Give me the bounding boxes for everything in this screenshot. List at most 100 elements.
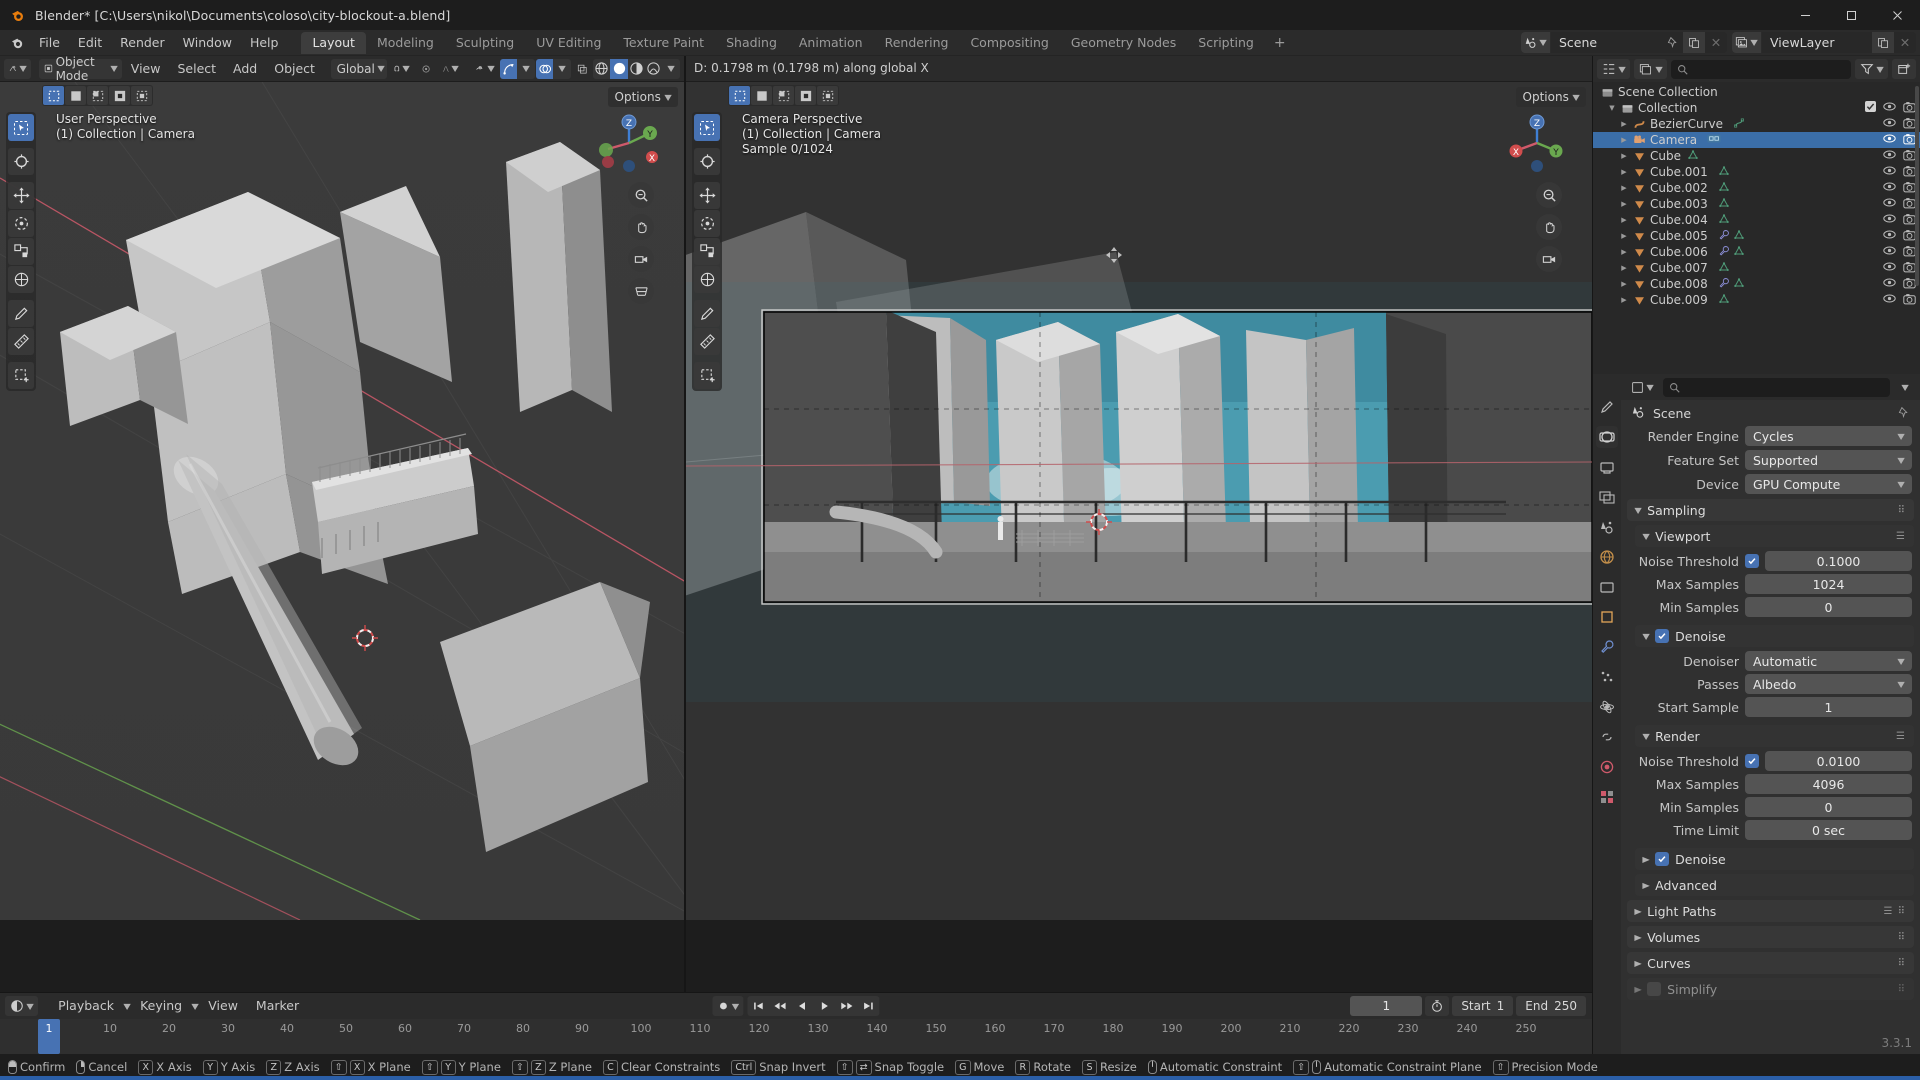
viewlayer-selector[interactable]: ▼ ViewLayer ✕ <box>1732 32 1916 53</box>
viewport-min-samples-value[interactable]: 0 <box>1745 597 1912 617</box>
hide-in-viewport-icon[interactable] <box>1883 165 1896 179</box>
properties-editor-type-button[interactable]: ▼ <box>1626 377 1658 397</box>
outliner-editor-type-button[interactable]: ▼ <box>1597 59 1631 79</box>
gizmo-icon[interactable] <box>499 58 518 79</box>
zoom-icon[interactable] <box>628 182 654 208</box>
select-subtract-icon[interactable] <box>87 86 108 105</box>
tool-measure[interactable] <box>8 328 34 355</box>
tool-cursor[interactable] <box>694 148 720 175</box>
start-sample-value[interactable]: 1 <box>1745 697 1912 717</box>
new-scene-button[interactable] <box>1683 32 1705 53</box>
tool-measure[interactable] <box>694 328 720 355</box>
hide-in-viewport-icon[interactable] <box>1883 261 1896 275</box>
tool-annotate[interactable] <box>694 300 720 327</box>
preset-list-icon[interactable]: ☰ <box>1896 531 1906 542</box>
pin-icon[interactable] <box>1661 32 1683 53</box>
jump-to-next-keyframe-button[interactable] <box>836 996 858 1016</box>
render-sampling-panel-header[interactable]: ▼ Render ☰ <box>1635 725 1914 747</box>
expand-triangle-icon[interactable]: ▶ <box>1617 120 1631 128</box>
render-engine-dropdown[interactable]: Cycles ▼ <box>1745 426 1912 446</box>
hide-in-viewport-icon[interactable] <box>1883 117 1896 131</box>
zoom-icon[interactable] <box>1536 182 1562 208</box>
outliner-row-scene-collection[interactable]: Scene Collection <box>1593 84 1920 100</box>
expand-triangle-icon[interactable]: ▶ <box>1617 136 1631 144</box>
render-noise-threshold-value[interactable]: 0.0100 <box>1765 751 1912 771</box>
outliner-row-cube-006[interactable]: ▶ Cube.006 <box>1593 244 1920 260</box>
passes-dropdown[interactable]: Albedo ▼ <box>1745 674 1912 694</box>
timeline-ruler[interactable]: 1 10 20 30 40 50 60 70 80 90 100 110 120… <box>0 1019 1592 1054</box>
mesh-data-icon[interactable] <box>1718 197 1730 212</box>
menu-edit[interactable]: Edit <box>69 33 111 53</box>
pan-hand-icon[interactable] <box>628 214 654 240</box>
tab-render[interactable] <box>1596 426 1618 448</box>
select-subtract-icon[interactable] <box>773 86 794 105</box>
expand-triangle-icon[interactable]: ▶ <box>1617 296 1631 304</box>
tab-layout[interactable]: Layout <box>301 31 366 54</box>
frame-range-end[interactable]: End 250 <box>1516 996 1586 1016</box>
remove-viewlayer-button[interactable]: ✕ <box>1894 32 1916 53</box>
outliner-row-cube-007[interactable]: ▶ Cube.007 <box>1593 260 1920 276</box>
tool-move[interactable] <box>694 182 720 209</box>
tab-scene[interactable] <box>1596 516 1618 538</box>
menu-render[interactable]: Render <box>111 33 174 53</box>
advanced-panel-header[interactable]: ▶ Advanced <box>1635 874 1914 896</box>
expand-triangle-icon[interactable]: ▶ <box>1617 184 1631 192</box>
blender-menu-icon[interactable] <box>6 33 30 53</box>
disable-in-renders-icon[interactable] <box>1903 293 1916 308</box>
outliner-display-mode-button[interactable]: ▼ <box>1634 59 1668 79</box>
tab-geometry-nodes[interactable]: Geometry Nodes <box>1060 32 1187 54</box>
xray-toggle-icon[interactable] <box>572 59 592 79</box>
wireframe-shading-icon[interactable] <box>593 59 610 79</box>
viewport-right-options-button[interactable]: Options ▼ <box>1515 87 1586 107</box>
outliner-row-cube-002[interactable]: ▶ Cube.002 <box>1593 180 1920 196</box>
pan-hand-icon[interactable] <box>1536 214 1562 240</box>
navigation-gizmo[interactable]: Z Y X <box>596 110 662 176</box>
select-intersect-icon[interactable] <box>817 86 838 105</box>
shading-dropdown[interactable]: ▼ <box>663 59 680 79</box>
hide-in-viewport-icon[interactable] <box>1883 293 1896 307</box>
modifier-wrench-icon[interactable] <box>1718 229 1730 244</box>
tool-scale[interactable] <box>694 238 720 265</box>
viewport-denoise-checkbox[interactable] <box>1655 629 1670 643</box>
transform-orientation-dropdown[interactable]: Global ▼ <box>330 58 387 79</box>
tool-tweak-select[interactable] <box>8 114 34 141</box>
minimize-button[interactable] <box>1782 0 1828 30</box>
select-extend-icon[interactable] <box>65 86 86 105</box>
outliner-scrollbar[interactable] <box>1915 86 1919 286</box>
overlay-toggle-group[interactable]: ▼ <box>535 58 571 79</box>
viewport-sampling-panel-header[interactable]: ▼ Viewport ☰ <box>1635 525 1914 547</box>
tab-animation[interactable]: Animation <box>788 32 874 54</box>
time-limit-value[interactable]: 0 sec <box>1745 820 1912 840</box>
select-box-icon[interactable] <box>729 86 750 105</box>
panel-drag-dots-icon[interactable]: ⠿ <box>1898 932 1906 943</box>
outliner-row-cube-005[interactable]: ▶ Cube.005 <box>1593 228 1920 244</box>
close-button[interactable] <box>1874 0 1920 30</box>
render-denoise-checkbox[interactable] <box>1655 852 1670 866</box>
denoiser-dropdown[interactable]: Automatic ▼ <box>1745 651 1912 671</box>
tab-collection[interactable] <box>1596 576 1618 598</box>
panel-drag-dots-icon[interactable]: ⠿ <box>1898 958 1906 969</box>
select-intersect-icon[interactable] <box>131 86 152 105</box>
outliner-row-cube[interactable]: ▶ Cube <box>1593 148 1920 164</box>
tab-modeling[interactable]: Modeling <box>366 32 445 54</box>
overlays-icon[interactable] <box>535 58 554 79</box>
outliner-row-collection[interactable]: ▼ Collection <box>1593 100 1920 116</box>
scene-selector[interactable]: ▼ Scene ✕ <box>1521 32 1727 53</box>
navigation-gizmo-right[interactable]: Z Y X <box>1504 110 1570 176</box>
play-reverse-button[interactable] <box>792 996 814 1016</box>
tab-world[interactable] <box>1596 546 1618 568</box>
expand-triangle-icon[interactable]: ▶ <box>1617 232 1631 240</box>
mesh-data-icon[interactable] <box>1718 261 1730 276</box>
tab-uv-editing[interactable]: UV Editing <box>525 32 612 54</box>
tab-particles[interactable] <box>1596 666 1618 688</box>
auto-keying-button[interactable]: ▼ <box>712 996 744 1016</box>
snap-magnet-icon[interactable]: ▼ <box>388 59 415 79</box>
viewport-menu-object[interactable]: Object <box>266 59 323 79</box>
panel-drag-dots-icon[interactable]: ⠿ <box>1898 984 1906 995</box>
viewport-noise-threshold-checkbox[interactable] <box>1745 554 1759 568</box>
mesh-data-icon[interactable] <box>1733 229 1745 244</box>
tool-add-cube[interactable] <box>8 362 34 389</box>
viewport-canvas-right[interactable]: Camera Perspective (1) Collection | Came… <box>686 82 1592 992</box>
jump-to-end-button[interactable] <box>858 996 880 1016</box>
mesh-data-icon[interactable] <box>1718 165 1730 180</box>
